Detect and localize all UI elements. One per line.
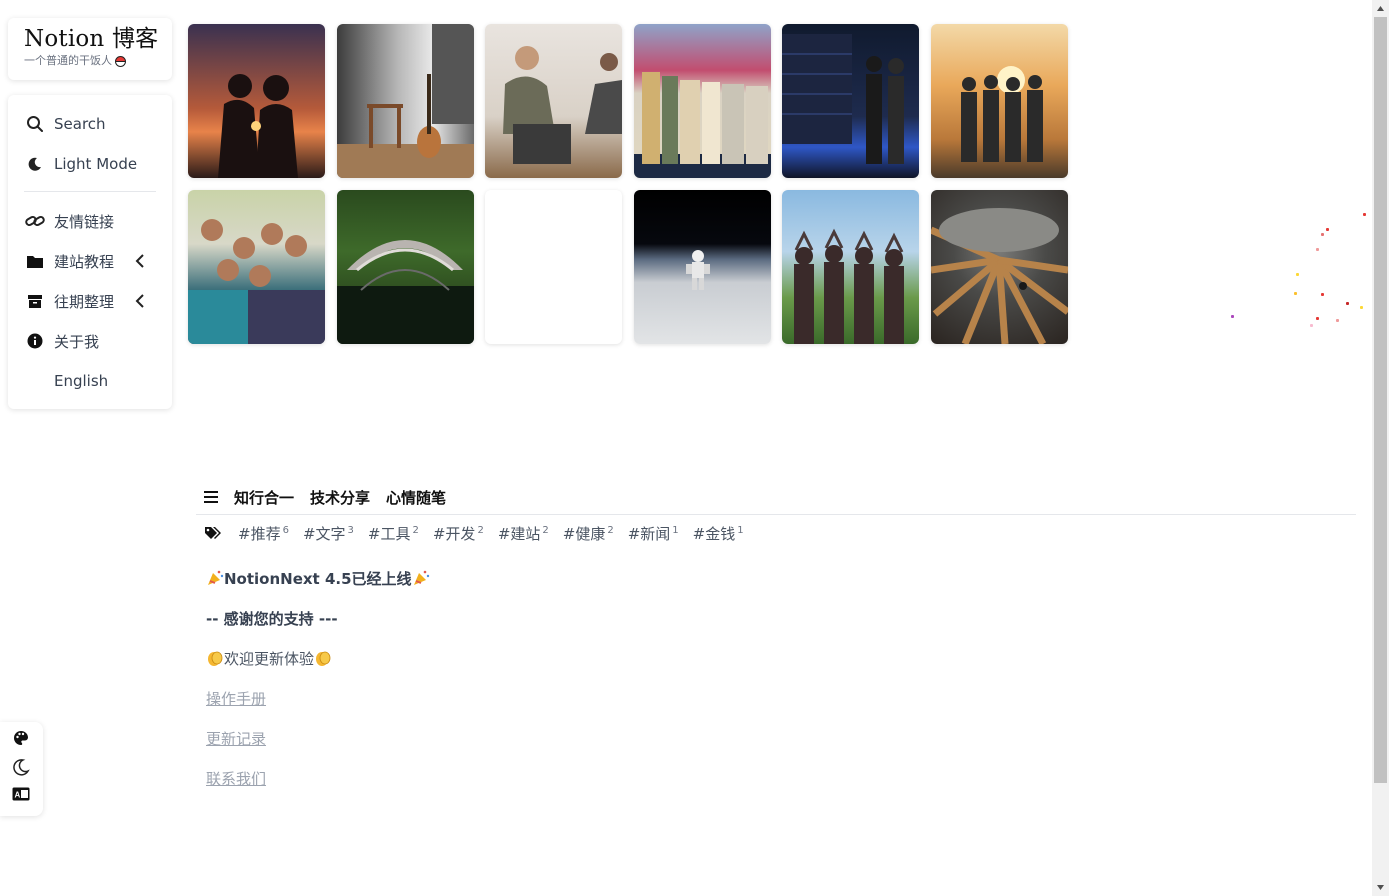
image-gallery	[188, 24, 1068, 344]
pokeball-icon	[115, 55, 126, 67]
tag-link[interactable]: #文字 3	[303, 523, 354, 544]
site-logo-card[interactable]: Notion 博客 一个普通的干饭人	[8, 18, 172, 80]
menu-item-about[interactable]: 关于我	[24, 327, 156, 355]
announcement-headline: NotionNext 4.5已经上线	[206, 566, 806, 606]
moon-icon	[24, 153, 46, 175]
gallery-image[interactable]	[188, 24, 325, 178]
info-icon	[24, 330, 46, 352]
menu-item-friend-links[interactable]: 友情链接	[24, 207, 156, 235]
gallery-image[interactable]	[634, 24, 771, 178]
floating-toolbar: A	[0, 722, 43, 816]
announcement-thanks: -- 感谢您的支持 ---	[206, 610, 338, 628]
announcement: NotionNext 4.5已经上线 -- 感谢您的支持 --- 欢迎更新体验 …	[206, 566, 806, 806]
category-link[interactable]: 技术分享	[310, 487, 370, 508]
tag-list: #推荐 6 #文字 3 #工具 2 #开发 2 #建站 2 #健康 2 #新闻 1 #金钱 1	[204, 520, 758, 546]
menu-item-english[interactable]: English	[24, 367, 156, 395]
party-popper-icon	[412, 569, 430, 587]
menu-item-light-mode[interactable]: Light Mode	[24, 150, 156, 178]
chevron-left-icon[interactable]	[130, 291, 150, 311]
menu-divider	[24, 191, 156, 192]
menu-item-label: 建站教程	[54, 252, 115, 271]
gallery-image[interactable]	[188, 190, 325, 344]
menu-item-archive[interactable]: 往期整理	[24, 287, 156, 315]
menu-item-label: Search	[54, 115, 106, 133]
clapping-hands-icon	[314, 649, 332, 667]
site-title[interactable]: Notion 博客	[24, 24, 162, 54]
tag-link[interactable]: #建站 2	[498, 523, 549, 544]
gallery-image[interactable]	[634, 190, 771, 344]
gallery-image[interactable]	[485, 24, 622, 178]
menu-item-search[interactable]: Search	[24, 110, 156, 138]
gallery-image[interactable]	[337, 190, 474, 344]
translate-icon[interactable]: A	[11, 784, 31, 804]
clapping-hands-icon	[206, 649, 224, 667]
menu-item-label: 关于我	[54, 332, 100, 351]
party-popper-icon	[206, 569, 224, 587]
tag-link[interactable]: #金钱 1	[693, 523, 744, 544]
tag-link[interactable]: #工具 2	[368, 523, 419, 544]
contact-link[interactable]: 联系我们	[206, 766, 806, 806]
sidebar-menu: Search Light Mode 友情链接 建站教程 往期整理 关于我 Eng…	[8, 95, 172, 409]
menu-item-site-tutorial[interactable]: 建站教程	[24, 247, 156, 275]
menu-item-label: 友情链接	[54, 212, 115, 231]
scroll-up-arrow-icon[interactable]	[1376, 4, 1385, 13]
gallery-image[interactable]	[782, 190, 919, 344]
category-link[interactable]: 知行合一	[234, 487, 294, 508]
menu-item-label: Light Mode	[54, 155, 138, 173]
scroll-down-arrow-icon[interactable]	[1376, 883, 1385, 892]
language-blank-icon	[24, 370, 46, 392]
manual-link[interactable]: 操作手册	[206, 686, 806, 726]
tag-link[interactable]: #新闻 1	[628, 523, 679, 544]
folder-icon	[24, 250, 46, 272]
gallery-image[interactable]	[782, 24, 919, 178]
site-subtitle-text: 一个普通的干饭人	[24, 54, 112, 67]
svg-text:A: A	[15, 791, 21, 800]
search-icon	[24, 113, 46, 135]
moon-icon[interactable]	[11, 757, 31, 777]
menu-item-label: 往期整理	[54, 292, 115, 311]
site-subtitle: 一个普通的干饭人	[24, 54, 162, 68]
tag-link[interactable]: #开发 2	[433, 523, 484, 544]
menu-item-label: English	[54, 372, 109, 390]
changelog-link[interactable]: 更新记录	[206, 726, 806, 766]
archive-icon	[24, 290, 46, 312]
gallery-image[interactable]	[337, 24, 474, 178]
gallery-image[interactable]	[931, 24, 1068, 178]
palette-icon[interactable]	[11, 728, 31, 748]
scrollbar-thumb[interactable]	[1374, 17, 1387, 783]
announcement-welcome: 欢迎更新体验	[206, 646, 806, 686]
hamburger-icon[interactable]	[204, 491, 218, 503]
vertical-scrollbar[interactable]	[1372, 0, 1389, 896]
tag-link[interactable]: #健康 2	[563, 523, 614, 544]
tag-link[interactable]: #推荐 6	[238, 523, 289, 544]
category-link[interactable]: 心情随笔	[386, 487, 446, 508]
chevron-left-icon[interactable]	[130, 251, 150, 271]
gallery-image[interactable]	[931, 190, 1068, 344]
tags-icon	[204, 526, 222, 540]
category-bar: 知行合一 技术分享 心情随笔	[196, 480, 1356, 515]
gallery-image[interactable]	[485, 190, 622, 344]
link-icon	[24, 210, 46, 232]
